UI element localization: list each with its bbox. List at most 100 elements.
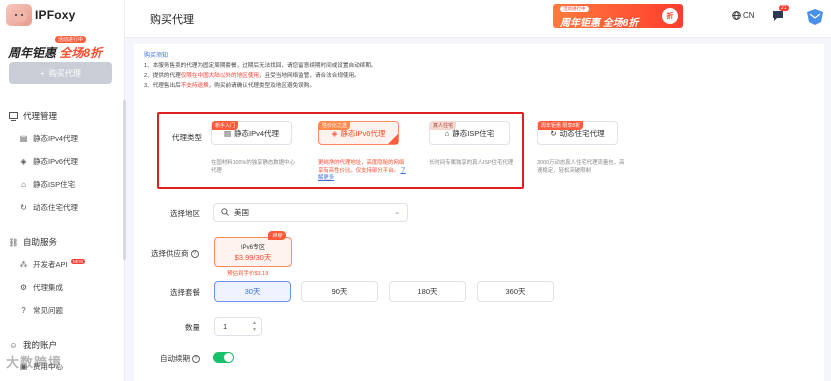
- supplier-price: $3.99/30天: [234, 253, 272, 262]
- fox-logo-icon: [6, 4, 32, 26]
- plan-option-90[interactable]: 90天: [301, 281, 378, 302]
- product-name: 静态IPv4代理: [234, 128, 280, 138]
- logo-text: IPFoxy: [35, 8, 76, 22]
- link-icon: ⛓: [8, 237, 19, 247]
- sidebar-item-proxy-integration[interactable]: ⚙ 代理集成: [19, 282, 63, 293]
- sidebar: IPFoxy 活动进行中 周年钜惠 全场8折 + 购买代理 代理管理 ▤ 静态I…: [0, 0, 125, 381]
- info-icon[interactable]: ?: [190, 250, 199, 259]
- region-label: 选择地区: [170, 209, 200, 218]
- sidebar-item-label: 静态ISP住宅: [33, 180, 76, 189]
- page-title: 购买代理: [150, 14, 194, 26]
- gear-icon: ⚙: [19, 283, 28, 292]
- nav-group-label: 自助服务: [23, 237, 58, 247]
- sidebar-scrollbar[interactable]: [123, 100, 126, 260]
- autorenew-toggle[interactable]: [213, 352, 234, 363]
- nav-group-proxy-management[interactable]: 代理管理: [9, 110, 57, 122]
- sidebar-item-faq[interactable]: ? 常见问题: [19, 305, 63, 316]
- monitor-icon: [9, 111, 18, 121]
- sidebar-item-static-isp[interactable]: ⌂ 静态ISP住宅: [19, 179, 75, 190]
- supplier-label: 选择供应商?: [151, 248, 199, 259]
- sidebar-item-label: 静态IPv4代理: [33, 134, 79, 143]
- sidebar-item-dynamic-residential[interactable]: ↻ 动态住宅代理: [19, 202, 78, 213]
- plus-icon: +: [40, 68, 45, 78]
- notice-line-2: 2、提供的代理仅限在中国大陆以外的地区使用，且受当地网络监管，请合法合规使用。: [144, 71, 360, 79]
- question-icon: ?: [21, 306, 26, 315]
- promo-tag: 活动进行中: [55, 36, 87, 43]
- nav-group-my-account[interactable]: ☺ 我的账户: [9, 339, 57, 351]
- notice-text: ，购买前请确认代理类型及地区避免误购。: [208, 83, 315, 89]
- sidebar-item-developer-api[interactable]: ⁂ 开发者API NEW: [19, 259, 86, 270]
- notice-text: 2、提供的代理: [144, 73, 181, 79]
- notice-text: ，且受当地网络监管，请合法合规使用。: [259, 73, 360, 79]
- house-icon: ⌂: [21, 180, 26, 189]
- product-name: 静态ISP住宅: [452, 128, 495, 138]
- autorenew-label: 自动续期?: [160, 353, 200, 364]
- plan-option-360[interactable]: 360天: [477, 281, 554, 302]
- refresh-icon: ↻: [20, 203, 27, 212]
- search-icon: [221, 207, 229, 218]
- quantity-label: 数量: [185, 323, 200, 332]
- buy-proxy-button[interactable]: + 购买代理: [9, 62, 112, 84]
- sidebar-item-label: 开发者API: [33, 260, 68, 269]
- product-desc: 更纯净的代理地址，高度隐秘的网络享有高性价比。仅支持部分平台。 了解更多: [318, 160, 406, 183]
- plan-option-180[interactable]: 180天: [389, 281, 466, 302]
- banner-text: 周年钜惠 全场8折: [560, 18, 639, 28]
- plan-label: 选择套餐: [170, 288, 200, 297]
- nav-group-label: 代理管理: [23, 111, 58, 121]
- quantity-stepper[interactable]: 1 ▲ ▼: [214, 317, 262, 336]
- notice-line-1: 1、本服务售卖的代理为固定周期套餐，过期后无法找回，请您留意续期时间或设置自动续…: [144, 63, 377, 69]
- product-desc-text: 更纯净的代理地址，高度隐秘的网络享有高性价比。仅支持部分平台。: [318, 160, 405, 174]
- sidebar-promo[interactable]: 周年钜惠 全场8折: [8, 44, 102, 61]
- stepper-arrows-icon[interactable]: ▲ ▼: [252, 320, 257, 334]
- product-tag: 新手入门: [212, 121, 239, 130]
- sidebar-item-label: 静态IPv6代理: [33, 157, 79, 166]
- notice-title: 购买须知: [144, 53, 169, 59]
- notice-highlight: 不支持退换: [180, 83, 209, 89]
- info-icon[interactable]: ?: [192, 355, 200, 364]
- plan-option-30[interactable]: 30天: [214, 281, 291, 302]
- supplier-label-text: 选择供应商: [151, 249, 189, 258]
- product-tag: 真人住宅: [430, 121, 457, 130]
- banner-badge: 折: [662, 8, 678, 24]
- nav-group-label: 我的账户: [23, 340, 58, 350]
- product-desc: 在国材料100%的独享静态数据中心代理: [211, 160, 295, 174]
- top-header: 购买代理 活动进行中 周年钜惠 全场8折 折 CN 21: [125, 0, 831, 38]
- supplier-tag: 目标: [268, 231, 287, 240]
- supplier-name: IPv6专区: [240, 245, 265, 251]
- language-label: CN: [743, 11, 755, 20]
- banner-tag: 活动进行中: [560, 6, 589, 12]
- product-tag: 性价比之选: [319, 121, 351, 130]
- message-count-badge: 21: [779, 5, 789, 11]
- sidebar-item-static-ipv6[interactable]: ◈ 静态IPv6代理: [19, 156, 78, 167]
- logo[interactable]: IPFoxy: [6, 4, 76, 26]
- autorenew-label-text: 自动续期: [160, 354, 190, 363]
- sidebar-item-label: 代理集成: [33, 283, 63, 292]
- buy-proxy-label: 购买代理: [48, 68, 81, 78]
- api-icon: ⁂: [19, 260, 28, 269]
- sidebar-item-static-ipv4[interactable]: ▤ 静态IPv4代理: [19, 133, 78, 144]
- notice-text: 3、代理售出后: [144, 83, 181, 89]
- region-value: 美国: [234, 208, 249, 217]
- chevron-down-icon: ⌄: [394, 209, 400, 216]
- new-badge: NEW: [70, 259, 86, 264]
- supplier-card-ipv6[interactable]: IPv6专区 $3.99/30天: [214, 237, 292, 267]
- language-switch[interactable]: CN: [732, 11, 755, 20]
- product-desc: 长时间专属独享的真人ISP住宅代理: [429, 160, 514, 166]
- user-menu-icon[interactable]: [805, 8, 825, 26]
- globe-icon: [732, 11, 741, 20]
- nav-group-self-service[interactable]: ⛓ 自助服务: [8, 236, 58, 248]
- watermark: 大数跨境: [6, 355, 63, 370]
- promo-accent-text: 全场8折: [59, 46, 103, 60]
- quantity-value: 1: [223, 322, 228, 331]
- product-desc: 3000万动态真人住宅代理流量包，高速稳定，轻松突破限制: [537, 160, 625, 174]
- sidebar-item-label: 动态住宅代理: [33, 203, 78, 212]
- notice-highlight: 仅限在中国大陆以外的地区使用: [180, 73, 260, 79]
- user-icon: ☺: [9, 340, 18, 350]
- product-tag: 周年钜惠 限享8折: [538, 121, 584, 130]
- message-icon[interactable]: [771, 9, 785, 23]
- sidebar-item-label: 常见问题: [33, 306, 63, 315]
- promo-banner[interactable]: 活动进行中 周年钜惠 全场8折 折: [553, 4, 683, 28]
- cube-icon: ◈: [20, 157, 27, 166]
- server-icon: ▤: [19, 134, 28, 143]
- region-select[interactable]: 美国 ⌄: [213, 203, 408, 222]
